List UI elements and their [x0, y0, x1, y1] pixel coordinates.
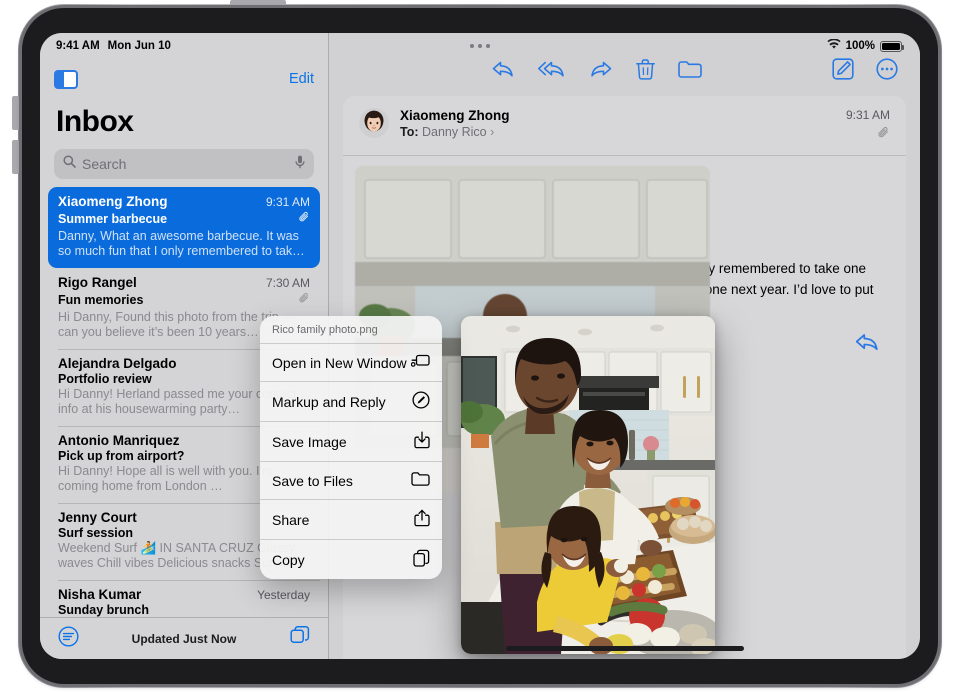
power-button[interactable]	[230, 0, 286, 7]
message-timestamp: 9:31 AM	[845, 108, 890, 122]
more-options-icon[interactable]	[876, 58, 898, 85]
battery-icon	[880, 40, 904, 52]
context-menu-title: Rico family photo.png	[260, 316, 442, 344]
menu-item-share[interactable]: Share	[260, 500, 442, 540]
paperclip-icon	[299, 291, 310, 309]
message-to-name: Danny Rico	[422, 125, 487, 139]
message-subject: Summer barbecue	[58, 212, 168, 226]
folder-icon[interactable]	[678, 59, 702, 85]
home-indicator[interactable]	[505, 646, 744, 651]
menu-item-label: Save Image	[272, 433, 347, 450]
menu-item-save-image[interactable]: Save Image	[260, 422, 442, 462]
status-bar-left: 9:41 AM Mon Jun 10	[56, 40, 171, 52]
message-subject: Sunday brunch	[58, 603, 149, 617]
menu-item-open-in-new-window[interactable]: Open in New Window	[260, 344, 442, 382]
message-meta: 9:31 AM	[846, 108, 890, 144]
search-placeholder: Search	[82, 156, 127, 172]
copy-icon	[413, 549, 430, 570]
menu-item-label: Copy	[272, 551, 305, 568]
message-sender: Alejandra Delgado	[58, 356, 177, 371]
paperclip-icon	[299, 210, 310, 228]
menu-item-label: Save to Files	[272, 472, 353, 489]
save-image-icon	[414, 431, 430, 452]
compose-icon[interactable]	[832, 58, 854, 85]
reply-icon[interactable]	[854, 331, 880, 358]
detail-toolbar-right	[832, 58, 898, 85]
message-body-wrap: Summer barbecue Danny, What an awesome b…	[343, 156, 906, 494]
lifted-attachment-photo[interactable]	[461, 316, 715, 654]
page-title: Inbox	[56, 105, 134, 138]
message-from-name: Xiaomeng Zhong	[400, 108, 510, 123]
message-to-line[interactable]: To: Danny Rico ›	[400, 125, 846, 139]
ipad-screen: 9:41 AM Mon Jun 10 100% Edit Inbox Searc…	[40, 33, 920, 659]
message-sender: Rigo Rangel	[58, 275, 137, 290]
forward-icon[interactable]	[589, 59, 613, 85]
menu-item-label: Open in New Window	[272, 354, 407, 371]
reply-all-icon[interactable]	[538, 59, 566, 85]
sidebar-toggle-icon[interactable]	[54, 69, 78, 89]
list-item[interactable]: Nisha Kumar Yesterday Sunday brunch Hey …	[48, 580, 320, 617]
new-window-icon[interactable]	[290, 626, 310, 651]
chevron-right-icon[interactable]: ›	[490, 125, 494, 139]
message-time: 7:30 AM	[265, 276, 310, 290]
sidebar-footer: Updated Just Now	[40, 617, 328, 659]
markup-icon	[412, 391, 430, 412]
sidebar-toolbar: Edit	[54, 63, 314, 95]
battery-percent: 100%	[845, 40, 875, 52]
reply-icon[interactable]	[491, 59, 515, 85]
message-subject: Portfolio review	[58, 372, 152, 386]
message-sender-block: Xiaomeng Zhong To: Danny Rico ›	[400, 108, 846, 139]
message-sender: Xiaomeng Zhong	[58, 194, 168, 209]
wifi-icon	[826, 38, 841, 53]
message-sender: Antonio Manriquez	[58, 433, 180, 448]
menu-item-save-to-files[interactable]: Save to Files	[260, 462, 442, 500]
message-sender: Jenny Court	[58, 510, 137, 525]
status-time: 9:41 AM	[56, 40, 100, 52]
message-sender: Nisha Kumar	[58, 587, 142, 602]
microphone-icon[interactable]	[295, 155, 305, 174]
attachment-context-menu[interactable]: Rico family photo.png Open in New Window…	[260, 316, 442, 579]
menu-item-copy[interactable]: Copy	[260, 540, 442, 579]
updated-status: Updated Just Now	[131, 631, 237, 646]
message-subject: Fun memories	[58, 293, 144, 307]
search-icon	[63, 155, 76, 173]
open-in-new-window-icon	[410, 353, 430, 372]
message-preview: Danny, What an awesome barbecue. It was …	[58, 229, 305, 258]
search-input[interactable]: Search	[54, 149, 314, 179]
multitasking-dots-icon[interactable]	[470, 44, 490, 48]
to-label: To:	[400, 125, 419, 139]
filter-icon[interactable]	[58, 625, 79, 652]
status-bar-right: 100%	[826, 38, 904, 53]
message-time: 9:31 AM	[265, 195, 310, 209]
status-bar: 9:41 AM Mon Jun 10 100%	[40, 33, 920, 59]
list-item[interactable]: Xiaomeng Zhong 9:31 AM Summer barbecue D…	[48, 187, 320, 268]
menu-item-label: Share	[272, 511, 310, 528]
status-date: Mon Jun 10	[107, 40, 171, 52]
menu-item-label: Markup and Reply	[272, 393, 386, 410]
volume-up-button[interactable]	[12, 96, 19, 130]
menu-item-markup-and-reply[interactable]: Markup and Reply	[260, 382, 442, 422]
message-time: Yesterday	[257, 588, 310, 602]
message-subject: Pick up from airport?	[58, 449, 185, 463]
trash-icon[interactable]	[636, 58, 655, 85]
share-icon	[414, 509, 430, 530]
folder-icon	[411, 471, 430, 490]
paperclip-icon	[846, 126, 890, 144]
message-actions	[491, 58, 702, 85]
message-subject: Surf session	[58, 526, 134, 540]
volume-down-button[interactable]	[12, 140, 19, 174]
message-header: Xiaomeng Zhong To: Danny Rico › 9:31 AM	[343, 96, 906, 156]
memoji-avatar	[359, 108, 389, 138]
edit-button[interactable]: Edit	[289, 71, 314, 87]
